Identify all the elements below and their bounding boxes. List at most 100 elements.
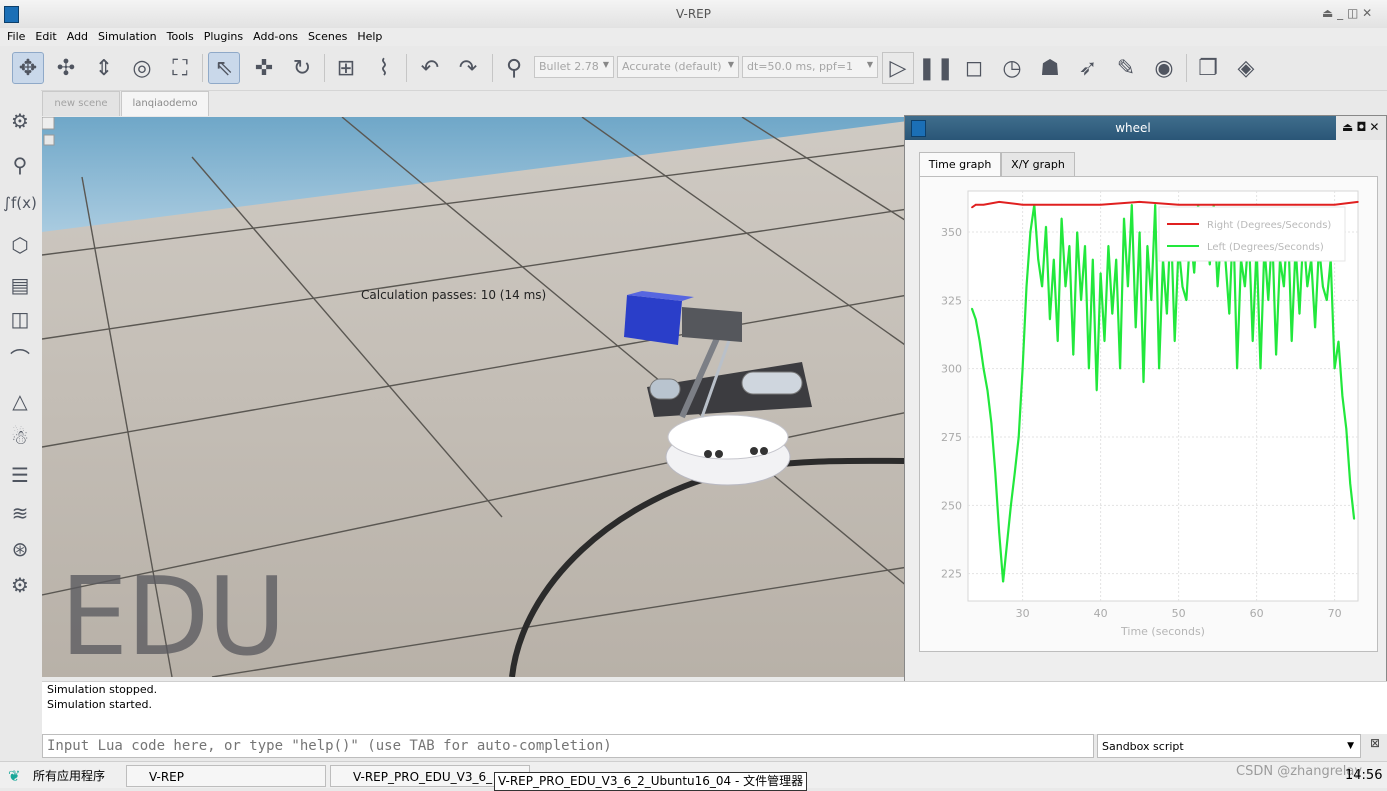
scene-tabs: new scene lanqiaodemo	[42, 91, 922, 117]
ik-icon[interactable]: ☰	[5, 460, 35, 490]
visualization-icon[interactable]: ◉	[1148, 52, 1180, 84]
data-point	[1290, 340, 1293, 343]
start-menu-label[interactable]: 所有应用程序	[33, 765, 105, 787]
data-point	[971, 307, 973, 310]
tab-lanqiaodemo[interactable]: lanqiaodemo	[121, 91, 209, 116]
window-title: V-REP	[676, 7, 711, 21]
data-point	[1275, 354, 1277, 356]
data-point	[1326, 299, 1328, 302]
menu-file[interactable]: File	[0, 28, 30, 43]
speed-up-icon[interactable]: ➶	[1072, 52, 1104, 84]
fit-to-view-icon[interactable]: ⛶	[164, 52, 196, 84]
selection-icon[interactable]: △	[5, 386, 35, 416]
timestep-select[interactable]: dt=50.0 ms, ppf=1 ▼	[742, 56, 878, 78]
console-close-icon[interactable]: ⊠	[1368, 736, 1382, 752]
console-line: Simulation stopped.	[47, 683, 158, 696]
path-icon[interactable]: ⌒	[5, 342, 35, 372]
script-select[interactable]: Sandbox script ▼	[1097, 734, 1361, 758]
tab-xy-graph[interactable]: X/Y graph	[1001, 152, 1075, 177]
lua-command-input[interactable]	[42, 734, 1094, 758]
layers-list-icon[interactable]: ≋	[5, 498, 35, 528]
view-selector-icon[interactable]: ◈	[1230, 52, 1262, 84]
menu-addons[interactable]: Add-ons	[248, 28, 303, 43]
toolbar-divider	[1186, 54, 1187, 82]
clock: 14:56	[1345, 768, 1383, 783]
window-controls[interactable]: ⏏ _ ◫ ✕	[1322, 6, 1372, 20]
graph-window-controls[interactable]: ⏏◘✕	[1336, 116, 1386, 140]
page-selector-icon[interactable]: ❐	[1192, 52, 1224, 84]
menu-simulation[interactable]: Simulation	[93, 28, 162, 43]
data-point	[1158, 367, 1160, 370]
camera-rotate-icon[interactable]: ✣	[50, 52, 82, 84]
data-point	[1099, 203, 1102, 206]
menu-tools[interactable]: Tools	[162, 28, 199, 43]
camera-pan-icon[interactable]: ✥	[12, 52, 44, 84]
start-simulation-icon[interactable]: ▷	[882, 52, 914, 84]
data-point	[1193, 272, 1195, 274]
y-tick-label: 225	[941, 568, 962, 581]
taskbar-item-vrep[interactable]: V-REP	[126, 765, 326, 787]
video-recorder-icon[interactable]: ⊛	[5, 534, 35, 564]
scene-hierarchy-icon[interactable]: ◫	[5, 304, 35, 334]
data-point	[1341, 395, 1344, 397]
pause-simulation-icon[interactable]: ❚❚	[918, 52, 955, 84]
user-settings-icon[interactable]: ⚙	[5, 570, 35, 600]
accuracy-select[interactable]: Accurate (default) ▼	[617, 56, 739, 78]
camera-shift-icon[interactable]: ⇕	[88, 52, 120, 84]
data-point	[971, 206, 973, 209]
menu-add[interactable]: Add	[62, 28, 93, 43]
data-point	[1099, 272, 1102, 274]
real-time-icon[interactable]: ◷	[996, 52, 1028, 84]
graph-window[interactable]: wheel ⏏◘✕ Time graph X/Y graph 225 250 275…	[904, 115, 1387, 687]
data-point	[1119, 367, 1121, 370]
undo-icon[interactable]: ↶	[414, 52, 446, 84]
data-point	[1251, 340, 1254, 343]
window-titlebar: V-REP ⏏ _ ◫ ✕	[0, 0, 1387, 29]
data-point	[982, 203, 985, 206]
data-point	[1006, 542, 1008, 545]
model-browser-icon[interactable]: ☃	[5, 422, 35, 452]
data-point	[1146, 244, 1149, 247]
dynamics-icon[interactable]: ⚲	[498, 52, 530, 84]
data-point	[1060, 217, 1063, 220]
os-taskbar: ❦ 所有应用程序 V-REP V-REP_PRO_EDU_V3_6_ V-REP…	[0, 761, 1387, 791]
data-point	[1049, 318, 1051, 321]
layers-icon[interactable]: ▤	[5, 270, 35, 300]
calculation-passes-label: Calculation passes: 10 (14 ms)	[361, 288, 547, 302]
menu-scenes[interactable]: Scenes	[303, 28, 352, 43]
object-rotate-icon[interactable]: ↻	[286, 52, 318, 84]
camera-angle-icon[interactable]: ◎	[126, 52, 158, 84]
status-console: Simulation stopped. Simulation started.	[42, 681, 1387, 734]
stop-simulation-icon[interactable]: ◻	[958, 52, 990, 84]
slow-down-icon[interactable]: ☗	[1034, 52, 1066, 84]
tab-new-scene[interactable]: new scene	[42, 91, 120, 116]
assemble-icon[interactable]: ⊞	[330, 52, 362, 84]
data-point	[1142, 381, 1145, 384]
data-point	[1068, 244, 1071, 247]
data-point	[1017, 436, 1020, 438]
x-tick-label: 30	[1016, 607, 1030, 620]
start-menu-icon[interactable]: ❦	[8, 765, 21, 787]
tab-time-graph[interactable]: Time graph	[919, 152, 1001, 178]
edu-watermark: EDU	[60, 555, 286, 677]
menu-plugins[interactable]: Plugins	[199, 28, 248, 43]
data-point	[1244, 285, 1246, 288]
engine-select[interactable]: Bullet 2.78 ▼	[534, 56, 614, 78]
object-select-icon[interactable]: ⇖	[208, 52, 240, 84]
simulation-settings-icon[interactable]: ⚙	[5, 106, 35, 136]
data-point	[1021, 367, 1024, 370]
thread-rendering-icon[interactable]: ✎	[1110, 52, 1142, 84]
menu-edit[interactable]: Edit	[30, 28, 61, 43]
toolbar-divider	[202, 54, 203, 82]
scripts-icon[interactable]: ∫f(x)	[3, 188, 37, 218]
object-translate-icon[interactable]: ✜	[248, 52, 280, 84]
scene-viewport[interactable]: Calculation passes: 10 (14 ms) EDU	[42, 117, 908, 677]
calculation-modules-icon[interactable]: ⚲	[5, 150, 35, 180]
legend-label: Left (Degrees/Seconds)	[1207, 242, 1324, 253]
redo-icon[interactable]: ↷	[452, 52, 484, 84]
menu-help[interactable]: Help	[352, 28, 387, 43]
x-tick-label: 60	[1250, 607, 1264, 620]
shape-edit-icon[interactable]: ⬡	[5, 230, 35, 260]
graph-window-titlebar[interactable]: wheel ⏏◘✕	[905, 116, 1386, 140]
path-edit-icon[interactable]: ⌇	[368, 52, 400, 84]
